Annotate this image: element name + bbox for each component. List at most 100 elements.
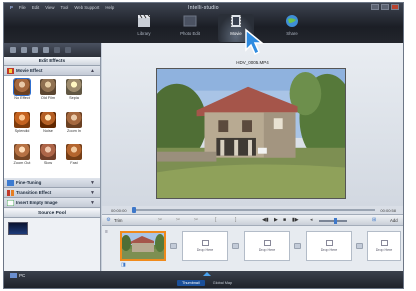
effect-no-effect[interactable]: No Effect: [11, 78, 33, 110]
insert-empty-image-section[interactable]: Insert Empty Image ▼: [4, 198, 100, 208]
preview-area: HDV_0005.MP4: [102, 43, 403, 206]
effect-fast[interactable]: Fast: [63, 144, 85, 175]
pc-label: PC: [19, 273, 26, 278]
expand-icon[interactable]: ▼: [90, 190, 95, 196]
mark-out-icon[interactable]: ]: [235, 217, 236, 224]
minimize-button[interactable]: [371, 4, 379, 10]
effect-grid: No Effect Old Film Sepia Splendid Noise …: [4, 76, 100, 178]
seek-bar[interactable]: [131, 207, 376, 213]
effect-thumbnail: [40, 111, 56, 128]
tab-thumbnail[interactable]: Thumbnail: [177, 280, 205, 286]
transition-slot[interactable]: [356, 243, 363, 249]
cut-end-icon[interactable]: ✂: [194, 217, 198, 224]
app-window: P File Edit View Tool Web Support Help I…: [3, 2, 404, 289]
fine-tuning-label: Fine-Tuning: [16, 180, 42, 185]
status-bar: PC Thumbnail Global Map: [4, 271, 403, 288]
trim-label[interactable]: Trim: [114, 217, 122, 224]
expand-panel-icon[interactable]: [203, 272, 211, 276]
source-pool-panel: Source Pool: [4, 209, 101, 271]
menu-edit[interactable]: Edit: [32, 5, 39, 10]
effect-thumbnail: [14, 144, 30, 161]
transition-icon: [7, 189, 14, 196]
timeline-scroll-up-icon[interactable]: ≡: [105, 229, 108, 236]
tool-save-icon[interactable]: [43, 47, 49, 53]
effect-noise[interactable]: Noise: [37, 111, 59, 143]
next-frame-icon[interactable]: ▮▶: [292, 217, 299, 224]
cut-mid-icon[interactable]: ✂: [176, 217, 180, 224]
transition-slot[interactable]: [232, 243, 239, 249]
clip-thumbnail: [122, 233, 164, 259]
module-photo-edit-button[interactable]: Photo Edit: [172, 14, 208, 42]
add-label[interactable]: Add: [390, 217, 398, 224]
effect-label: Sepia: [69, 96, 79, 100]
trim-icon[interactable]: ⚙: [106, 217, 111, 224]
effect-splendid[interactable]: Splendid: [11, 111, 33, 143]
film-icon: [231, 15, 241, 27]
add-icon[interactable]: ⊞: [372, 217, 376, 224]
collapse-icon[interactable]: ▲: [90, 68, 95, 74]
module-library-button[interactable]: Library: [126, 14, 162, 42]
timeline-zoom-icon[interactable]: ◨: [121, 262, 126, 269]
timeline-clip-selected[interactable]: [120, 231, 166, 261]
drop-slot[interactable]: Drop Here: [367, 231, 401, 261]
expand-icon[interactable]: ▼: [90, 180, 95, 186]
menu-web-support[interactable]: Web Support: [74, 5, 99, 10]
pointer-cursor-icon: [245, 28, 265, 56]
previous-frame-icon[interactable]: ◀▮: [262, 217, 269, 224]
transition-effect-section[interactable]: Transition Effect ▼: [4, 188, 100, 198]
effect-thumbnail: [66, 79, 82, 95]
drop-slot[interactable]: Drop Here: [306, 231, 352, 261]
drop-label: Drop Here: [320, 248, 338, 252]
drop-slot[interactable]: Drop Here: [244, 231, 290, 261]
close-button[interactable]: [391, 4, 399, 10]
tool-open-icon[interactable]: [10, 47, 16, 53]
drop-label: Drop Here: [258, 248, 276, 252]
fine-tuning-section[interactable]: Fine-Tuning ▼: [4, 178, 100, 188]
app-title: Intelli-studio: [188, 5, 219, 11]
drop-image-icon: [380, 240, 388, 246]
menu-file[interactable]: File: [19, 5, 26, 10]
source-pool-title: Source Pool: [4, 209, 100, 218]
effect-old-film[interactable]: Old Film: [37, 79, 59, 110]
stop-icon[interactable]: ■: [283, 217, 286, 224]
tool-list-icon[interactable]: [32, 47, 38, 53]
expand-icon[interactable]: ▼: [90, 200, 95, 206]
effect-label: Splendid: [14, 128, 30, 133]
pc-button[interactable]: PC: [10, 273, 25, 278]
transition-slot[interactable]: [294, 243, 301, 249]
menu-view[interactable]: View: [45, 5, 54, 10]
effect-zoom-in[interactable]: Zoom In: [63, 111, 85, 143]
drop-slot[interactable]: Drop Here: [182, 231, 228, 261]
movie-effect-icon: [7, 67, 14, 74]
mark-in-icon[interactable]: [: [215, 217, 216, 224]
effect-sepia[interactable]: Sepia: [63, 79, 85, 110]
menu-help[interactable]: Help: [105, 5, 114, 10]
play-icon[interactable]: ▶: [274, 217, 278, 224]
effect-label: Noise: [43, 128, 53, 133]
volume-icon[interactable]: ◂: [310, 217, 313, 224]
pc-icon: [10, 273, 17, 278]
file-name: HDV_0005.MP4: [236, 60, 269, 65]
volume-slider[interactable]: [319, 218, 347, 224]
transition-slot[interactable]: [170, 243, 177, 249]
effect-zoom-out[interactable]: Zoom Out: [11, 144, 33, 175]
menu-tool[interactable]: Tool: [60, 5, 68, 10]
source-thumbnail[interactable]: [8, 222, 28, 235]
tool-undo-icon[interactable]: [54, 47, 60, 53]
tool-redo-icon[interactable]: [65, 47, 71, 53]
module-share-button[interactable]: Share: [274, 14, 310, 42]
video-preview[interactable]: [156, 68, 346, 199]
volume-handle[interactable]: [333, 218, 337, 224]
fine-tuning-icon: [7, 179, 14, 186]
maximize-button[interactable]: [381, 4, 389, 10]
tab-global-map[interactable]: Global Map: [208, 280, 237, 286]
movie-effect-section[interactable]: Movie Effect ▲: [4, 66, 100, 76]
tool-grid-icon[interactable]: [21, 47, 27, 53]
playback-controls: ⚙ Trim ✂ ✂ ✂ [ ] ◀▮ ▶ ■ ▮▶ ◂ ⊞ Add: [102, 214, 403, 226]
insert-image-icon: [7, 199, 14, 206]
photo-edit-icon: [183, 15, 197, 27]
effect-slow[interactable]: Slow: [37, 144, 59, 175]
cut-start-icon[interactable]: ✂: [158, 217, 162, 224]
seek-handle[interactable]: [131, 207, 136, 213]
effect-thumbnail: [66, 111, 82, 128]
